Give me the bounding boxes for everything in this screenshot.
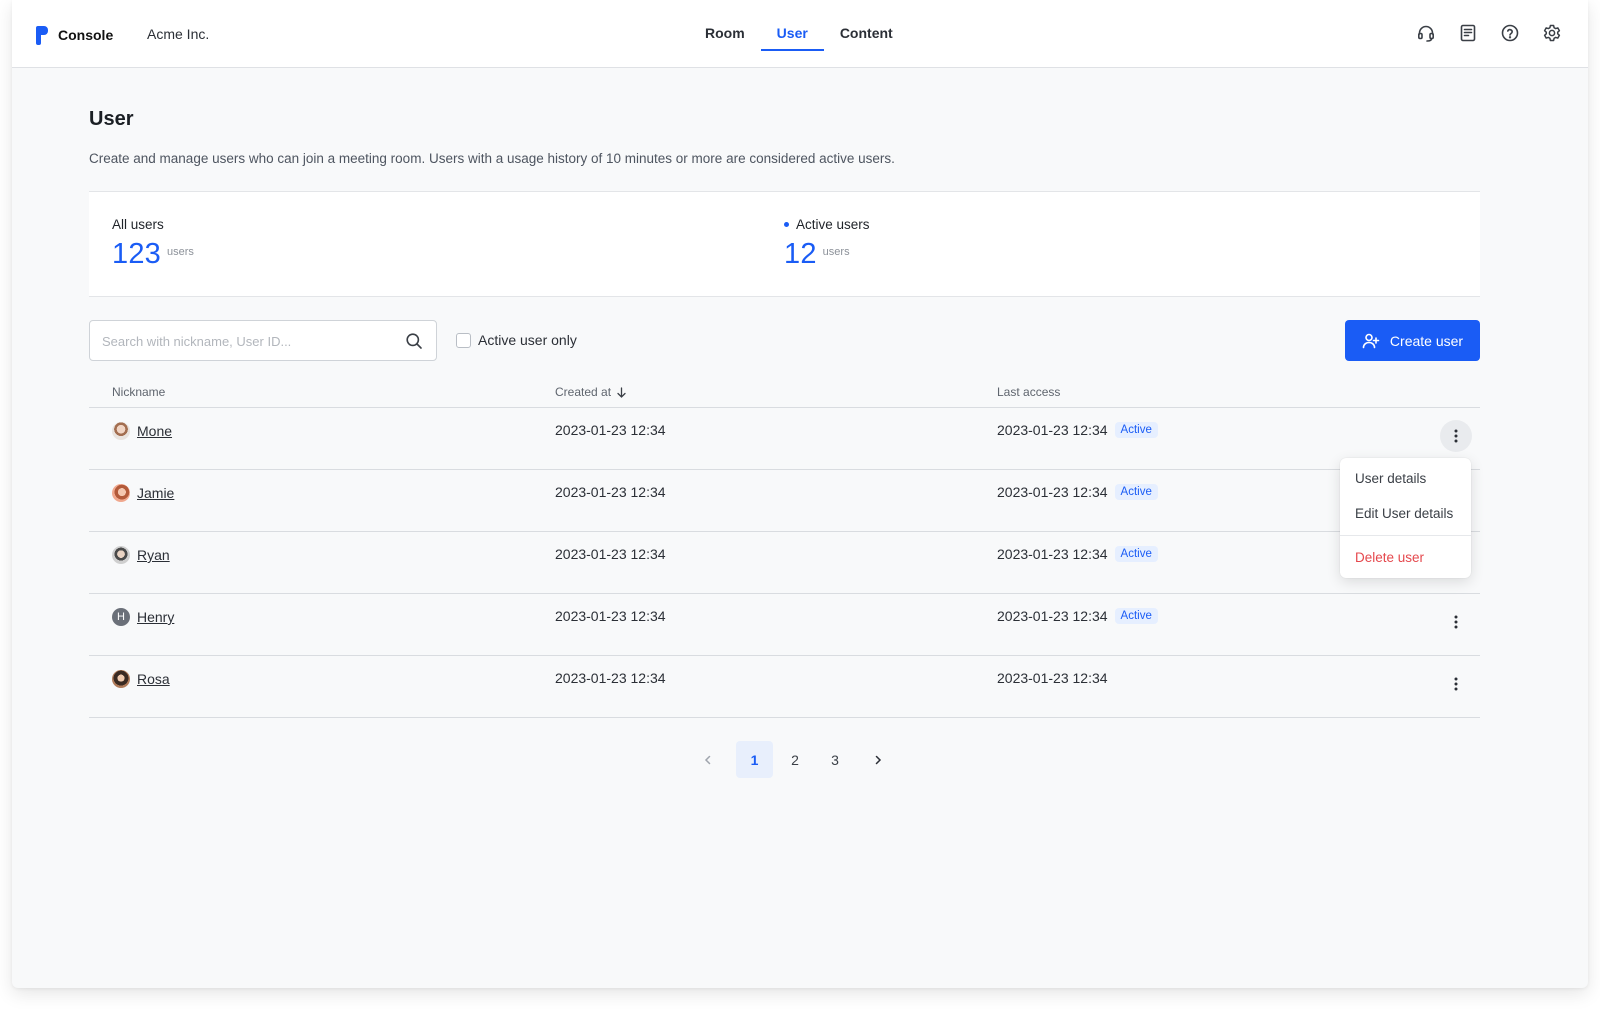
created-at-cell: 2023-01-23 12:34 [555,670,666,686]
more-vertical-icon [1454,677,1458,691]
active-only-filter[interactable]: Active user only [456,332,577,348]
user-stats-panel: All users 123 users Active users 12 user… [89,191,1480,297]
avatar [112,484,130,502]
column-last-access[interactable]: Last access [997,385,1060,399]
search-icon[interactable] [405,332,423,350]
stat-label: All users [112,217,164,232]
brand-name: Console [58,27,114,43]
menu-edit-user-details[interactable]: Edit User details [1355,506,1453,521]
nickname-link[interactable]: Henry [137,609,174,625]
help-icon[interactable] [1500,23,1520,43]
menu-divider [1340,535,1471,536]
active-only-checkbox[interactable] [456,332,471,348]
avatar [112,546,130,564]
stat-label: Active users [796,217,870,232]
settings-icon[interactable] [1542,23,1562,43]
status-badge: Active [1114,484,1158,500]
table-row: Jamie 2023-01-23 12:34 2023-01-23 12:34 … [89,470,1480,532]
created-at-cell: 2023-01-23 12:34 [555,546,666,562]
page-button-3[interactable]: 3 [815,741,855,778]
status-badge: Active [1114,546,1158,562]
last-access-cell: 2023-01-23 12:34 [997,608,1108,624]
nickname-link[interactable]: Ryan [137,547,170,563]
sort-down-icon [617,386,626,398]
console-logo-icon [34,24,50,46]
stat-unit: users [822,246,850,258]
column-created-label: Created at [555,385,612,399]
menu-delete-user[interactable]: Delete user [1355,550,1424,565]
avatar [112,670,130,688]
organization-name[interactable]: Acme Inc. [147,26,209,42]
document-icon[interactable] [1458,23,1478,43]
page-button-1[interactable]: 1 [736,741,773,778]
last-access-cell: 2023-01-23 12:34 [997,546,1108,562]
last-access-cell: 2023-01-23 12:34 [997,670,1108,686]
created-at-cell: 2023-01-23 12:34 [555,484,666,500]
column-nickname[interactable]: Nickname [112,385,165,399]
chevron-right-icon [875,755,881,764]
more-vertical-icon [1454,429,1458,443]
created-at-cell: 2023-01-23 12:34 [555,608,666,624]
prev-page-button[interactable] [689,741,726,778]
status-badge: Active [1114,422,1158,438]
brand[interactable]: Console [34,24,113,46]
create-user-label: Create user [1389,332,1464,349]
page-button-2[interactable]: 2 [775,741,815,778]
tab-room[interactable]: Room [689,0,761,68]
main-nav: Room User Content [689,0,909,68]
nickname-link[interactable]: Rosa [137,671,170,687]
headset-icon[interactable] [1416,23,1436,43]
more-vertical-icon [1454,615,1458,629]
page-title: User [89,108,134,130]
row-more-button[interactable] [1440,420,1472,452]
page-description: Create and manage users who can join a m… [89,151,895,166]
stat-value: 123 [112,238,161,270]
table-row: Ryan 2023-01-23 12:34 2023-01-23 12:34 A… [89,532,1480,594]
toolbar: Active user only Create user [89,320,1480,361]
stat-value: 12 [784,238,817,270]
avatar: H [112,608,130,626]
status-badge: Active [1114,608,1158,624]
last-access-cell: 2023-01-23 12:34 [997,422,1108,438]
create-user-button[interactable]: Create user [1345,320,1480,361]
stat-unit: users [167,246,194,258]
avatar [112,422,130,440]
menu-user-details[interactable]: User details [1355,471,1426,486]
table-row: Mone 2023-01-23 12:34 2023-01-23 12:34 A… [89,408,1480,470]
stat-active-users: Active users 12 users [784,217,870,271]
table-row: Rosa 2023-01-23 12:34 2023-01-23 12:34 [89,656,1480,718]
top-bar: Console Acme Inc. Room User Content [12,0,1588,68]
column-created-at[interactable]: Created at [555,385,627,399]
users-table: Nickname Created at Last access Mone 202… [89,382,1480,718]
row-more-button[interactable] [1440,606,1472,638]
search-input[interactable] [102,331,392,351]
next-page-button[interactable] [859,741,896,778]
pagination: 1 2 3 [689,741,896,778]
table-row: H Henry 2023-01-23 12:34 2023-01-23 12:3… [89,594,1480,656]
active-dot-icon [784,222,789,227]
created-at-cell: 2023-01-23 12:34 [555,422,666,438]
nickname-link[interactable]: Jamie [137,485,174,501]
search-box [89,320,437,361]
nickname-link[interactable]: Mone [137,423,172,439]
active-only-label: Active user only [478,332,577,348]
header-actions [1416,23,1562,43]
row-context-menu: User details Edit User details Delete us… [1340,458,1471,578]
stat-all-users: All users 123 users [112,217,194,271]
tab-user[interactable]: User [760,0,824,68]
tab-content[interactable]: Content [824,0,909,68]
add-user-icon [1362,333,1380,348]
table-header: Nickname Created at Last access [89,382,1480,408]
row-more-button[interactable] [1440,668,1472,700]
chevron-left-icon [704,755,710,764]
last-access-cell: 2023-01-23 12:34 [997,484,1108,500]
